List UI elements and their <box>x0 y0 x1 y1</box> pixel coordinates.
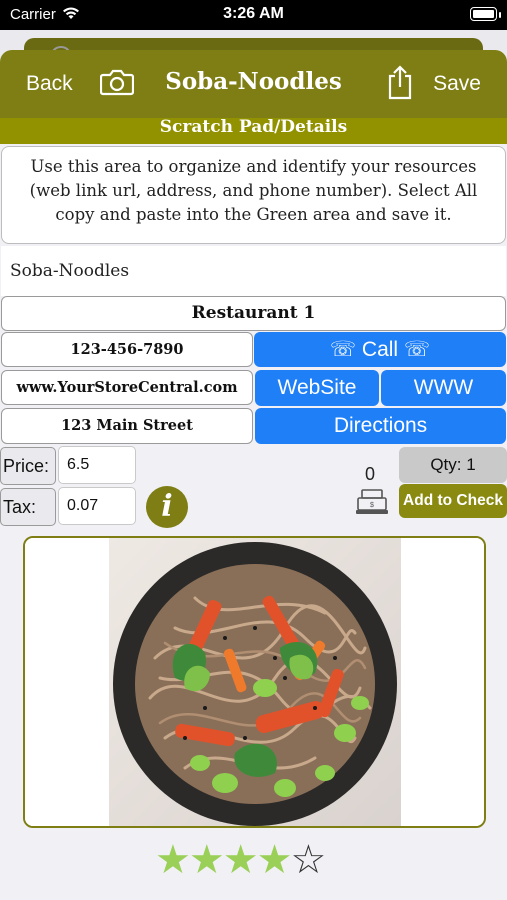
directions-button[interactable]: Directions <box>255 408 506 444</box>
section-title: Scratch Pad/Details <box>0 118 507 144</box>
www-button[interactable]: WWW <box>381 370 506 406</box>
item-name-field[interactable]: Soba-Noodles <box>1 246 506 296</box>
scratch-pad-text[interactable]: Use this area to organize and identify y… <box>1 146 506 244</box>
rating-star-3[interactable]: ★ <box>223 838 259 882</box>
page-title: Soba-Noodles <box>165 68 342 95</box>
tax-input[interactable]: 0.07 <box>58 487 136 525</box>
share-icon[interactable] <box>386 64 414 100</box>
price-label: Price: <box>0 447 56 485</box>
soba-noodles-image <box>25 538 484 826</box>
item-photo[interactable] <box>23 536 486 828</box>
rating-star-1[interactable]: ★ <box>155 838 191 882</box>
price-input[interactable]: 6.5 <box>58 446 136 484</box>
info-icon[interactable]: i <box>146 486 188 528</box>
add-to-check-button[interactable]: Add to Check <box>399 484 507 518</box>
navigation-bar: Back Soba-Noodles Save <box>0 50 507 118</box>
tax-label: Tax: <box>0 488 56 526</box>
rating-star-4[interactable]: ★ <box>257 838 293 882</box>
quantity-button[interactable]: Qty: 1 <box>399 447 507 483</box>
status-time: 3:26 AM <box>223 5 284 22</box>
rating-star-2[interactable]: ★ <box>189 838 225 882</box>
svg-text:$: $ <box>370 502 374 509</box>
address-field[interactable]: 123 Main Street <box>1 408 253 444</box>
battery-tip <box>499 12 501 18</box>
rating-stars[interactable]: ★★★★☆ <box>155 838 326 882</box>
call-button[interactable]: ☏ Call ☏ <box>254 332 506 367</box>
details-content: Use this area to organize and identify y… <box>0 144 507 900</box>
status-bar: Carrier 3:26 AM <box>0 0 507 30</box>
check-count: 0 <box>364 464 375 484</box>
rating-star-5[interactable]: ☆ <box>290 838 326 882</box>
website-field[interactable]: www.YourStoreCentral.com <box>1 370 253 405</box>
save-button[interactable]: Save <box>433 72 481 96</box>
cash-register-icon[interactable]: $ <box>355 489 389 515</box>
website-button[interactable]: WebSite <box>255 370 379 406</box>
phone-field[interactable]: 123-456-7890 <box>1 332 253 367</box>
store-title-field[interactable]: Restaurant 1 <box>1 296 506 331</box>
battery-icon <box>470 7 497 21</box>
